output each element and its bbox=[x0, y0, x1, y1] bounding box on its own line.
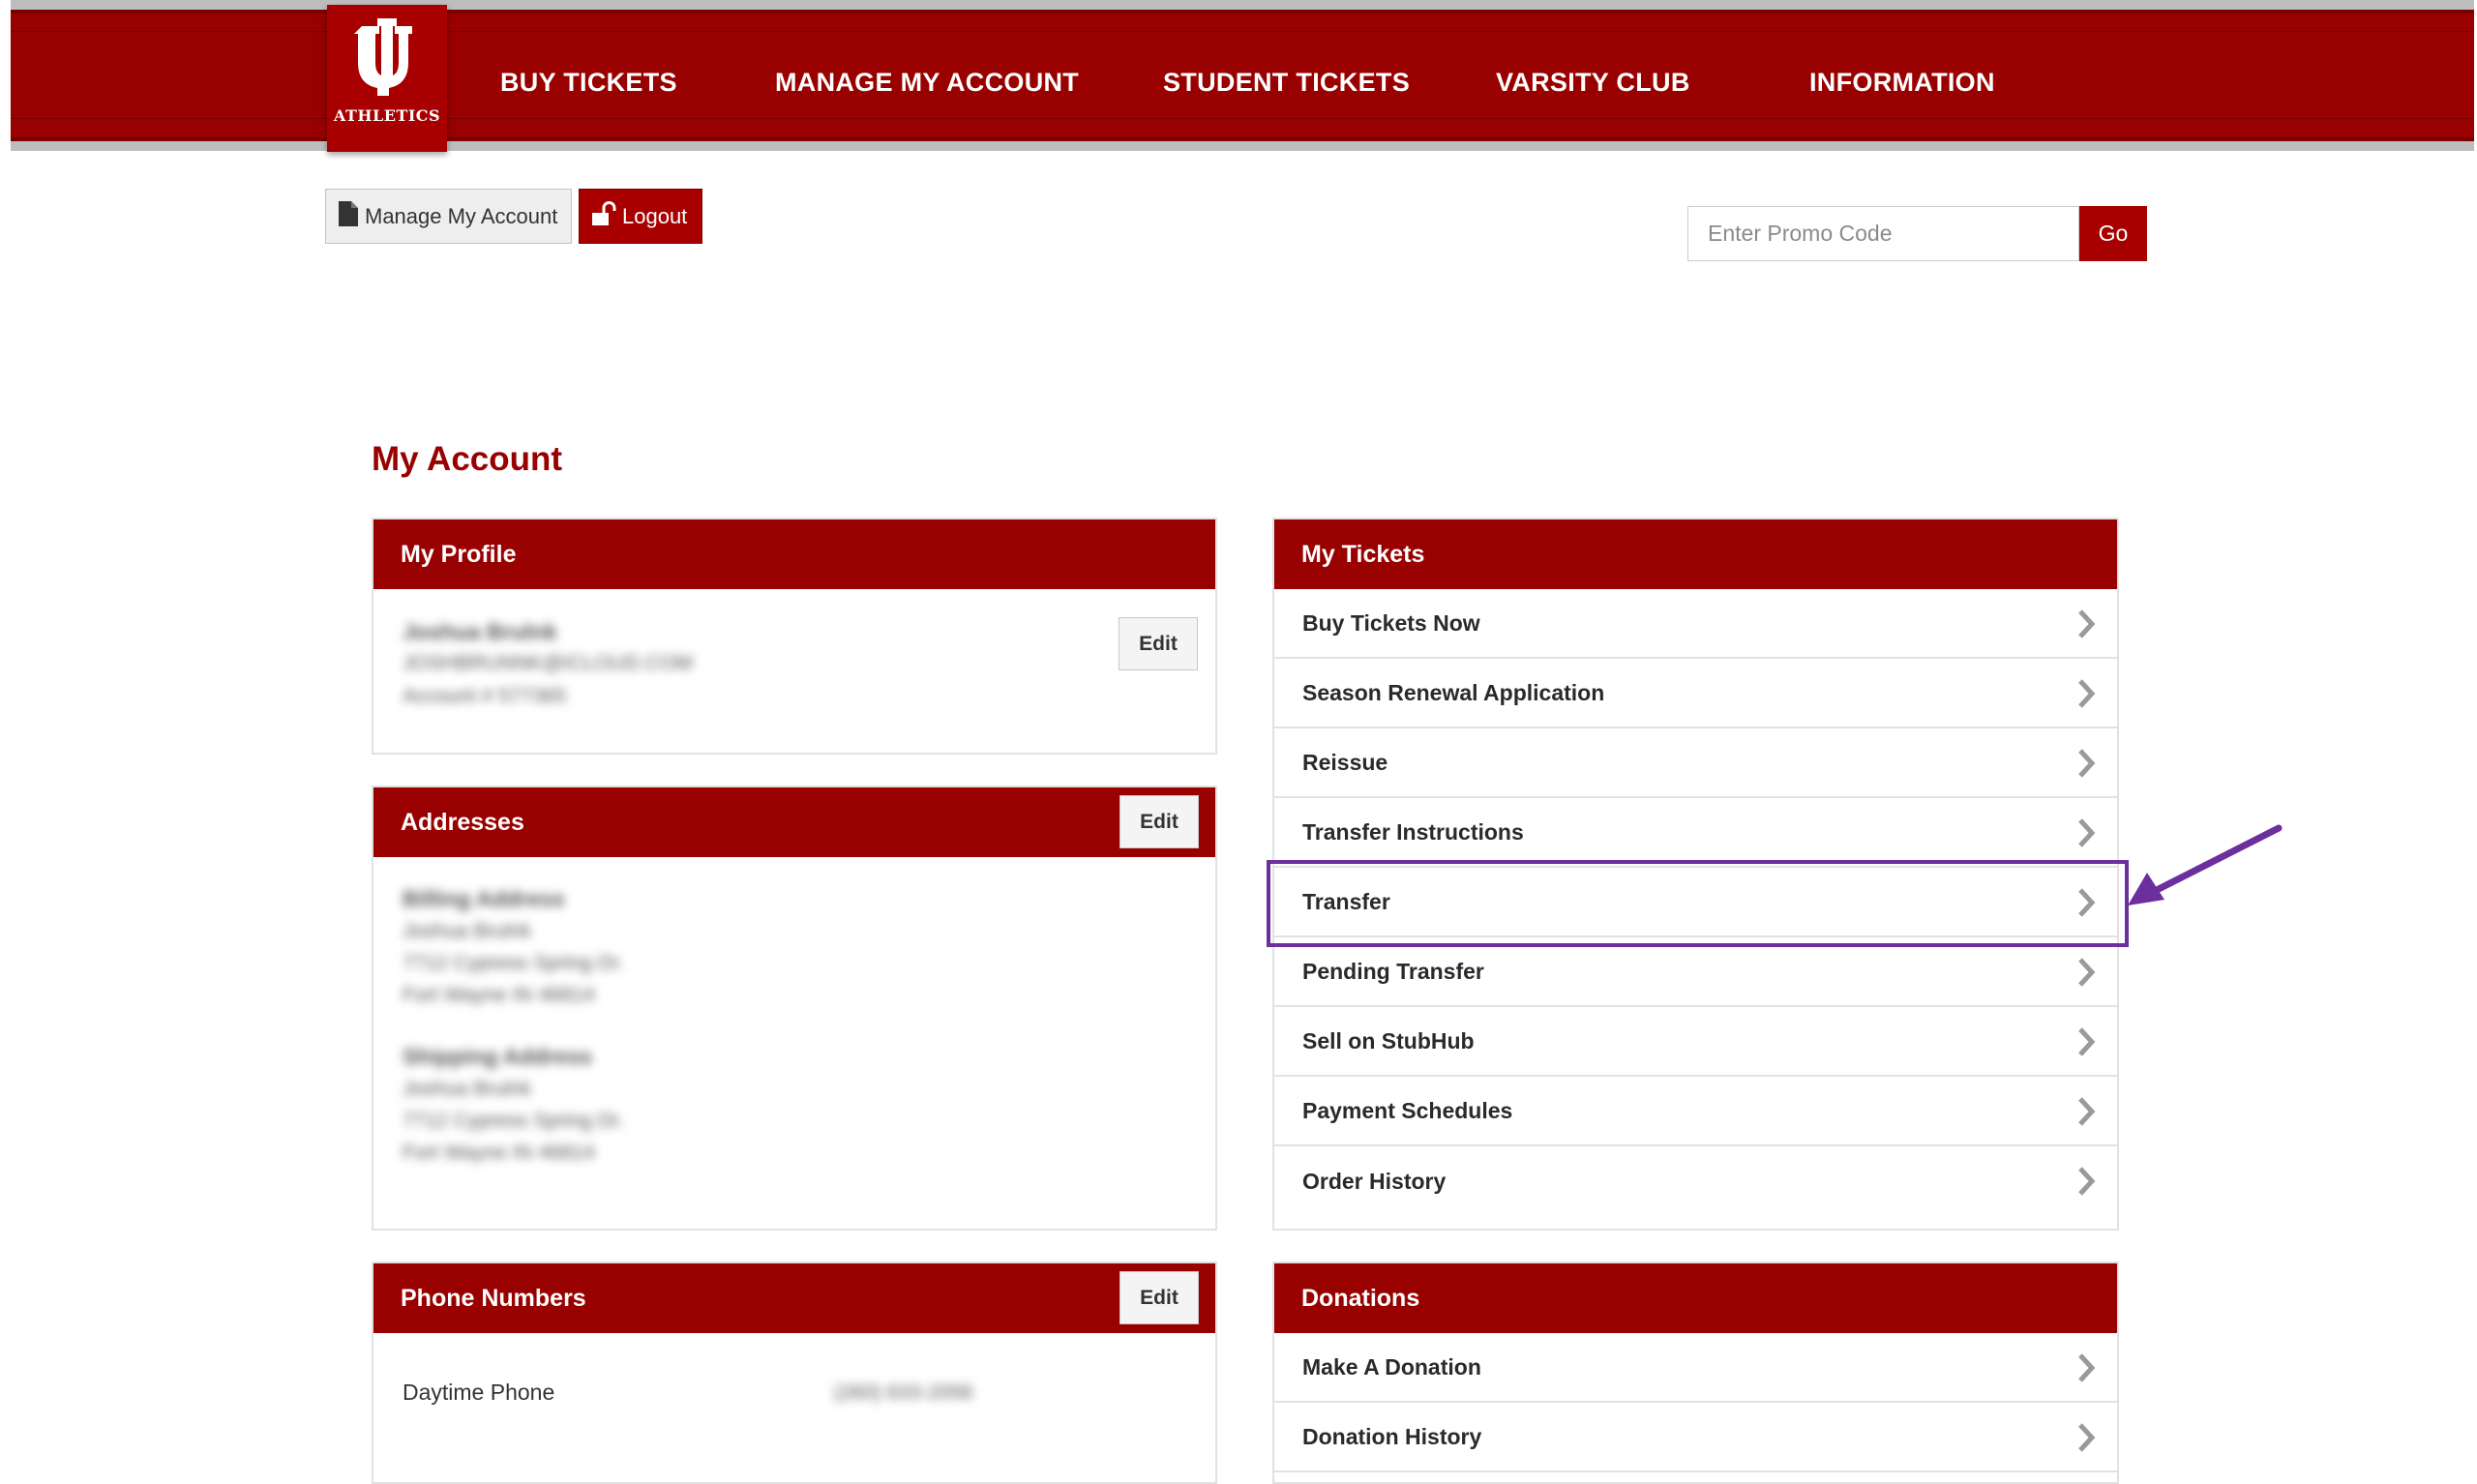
panel-header: Phone Numbers Edit bbox=[373, 1263, 1215, 1333]
chevron-right-icon bbox=[2078, 1353, 2096, 1382]
my-tickets-title: My Tickets bbox=[1301, 540, 1425, 568]
nav-information[interactable]: INFORMATION bbox=[1809, 68, 1995, 98]
ticket-item-reissue[interactable]: Reissue bbox=[1274, 728, 2117, 798]
profile-account-number: Account # 577365 bbox=[403, 685, 567, 707]
addresses-panel: Addresses Edit Billing Address Joshua Br… bbox=[372, 786, 1217, 1231]
ticket-item-payment-schedules[interactable]: Payment Schedules bbox=[1274, 1077, 2117, 1146]
shipping-line: 7712 Cypress Spring Dr. bbox=[403, 1110, 624, 1132]
panel-header: My Tickets bbox=[1274, 519, 2117, 589]
edit-addresses-button[interactable]: Edit bbox=[1119, 795, 1199, 848]
ticket-item-label: Pending Transfer bbox=[1302, 958, 1484, 984]
billing-line: Joshua Brulnk bbox=[403, 920, 532, 942]
ticket-item-sell-on-stubhub[interactable]: Sell on StubHub bbox=[1274, 1007, 2117, 1077]
manage-account-label: Manage My Account bbox=[365, 203, 558, 228]
edit-profile-button[interactable]: Edit bbox=[1119, 617, 1198, 670]
shipping-line: Fort Wayne IN 46814 bbox=[403, 1142, 595, 1164]
daytime-phone-value: (260) 633-2056 bbox=[834, 1381, 973, 1404]
chevron-right-icon bbox=[2078, 818, 2096, 847]
unlock-icon bbox=[591, 200, 616, 232]
daytime-phone-label: Daytime Phone bbox=[403, 1380, 555, 1405]
chevron-right-icon bbox=[2078, 1027, 2096, 1056]
promo-code-input[interactable] bbox=[1687, 206, 2079, 261]
ticket-item-buy-tickets-now[interactable]: Buy Tickets Now bbox=[1274, 589, 2117, 659]
donation-item-donation-history[interactable]: Donation History bbox=[1274, 1403, 2117, 1472]
donations-panel: Donations Make A Donation Donation Histo… bbox=[1272, 1261, 2119, 1484]
trident-logo-icon bbox=[354, 18, 412, 104]
ticket-item-label: Buy Tickets Now bbox=[1302, 609, 1480, 636]
profile-title: My Profile bbox=[401, 540, 517, 568]
profile-panel: My Profile Edit Joshua Brulnk JOSHBRUNNK… bbox=[372, 518, 1217, 755]
chevron-right-icon bbox=[2078, 749, 2096, 778]
panel-header: Addresses Edit bbox=[373, 787, 1215, 857]
shipping-heading: Shipping Address bbox=[403, 1044, 592, 1069]
ticket-item-order-history[interactable]: Order History bbox=[1274, 1146, 2117, 1216]
ticket-item-label: Reissue bbox=[1302, 749, 1388, 775]
phone-numbers-title: Phone Numbers bbox=[401, 1284, 586, 1312]
billing-line: Fort Wayne IN 46814 bbox=[403, 984, 595, 1006]
billing-heading: Billing Address bbox=[403, 886, 565, 911]
edit-phone-button[interactable]: Edit bbox=[1119, 1271, 1199, 1324]
page-title: My Account bbox=[372, 440, 563, 478]
chevron-right-icon bbox=[2078, 679, 2096, 708]
panel-header: My Profile bbox=[373, 519, 1215, 589]
logo-text: ATHLETICS bbox=[333, 106, 441, 125]
chevron-right-icon bbox=[2078, 1097, 2096, 1126]
addresses-title: Addresses bbox=[401, 808, 524, 836]
donations-title: Donations bbox=[1301, 1284, 1420, 1312]
document-icon bbox=[338, 200, 359, 233]
chevron-right-icon bbox=[2078, 609, 2096, 638]
promo-go-button[interactable]: Go bbox=[2079, 206, 2147, 261]
logout-label: Logout bbox=[622, 203, 688, 228]
nav-manage-my-account[interactable]: MANAGE MY ACCOUNT bbox=[775, 68, 1079, 98]
annotation-arrow-icon bbox=[2128, 824, 2283, 905]
profile-email: JOSHBRUNNK@ICLOUD.COM bbox=[403, 652, 694, 674]
ticket-item-pending-transfer[interactable]: Pending Transfer bbox=[1274, 937, 2117, 1007]
chevron-right-icon bbox=[2078, 958, 2096, 987]
ticket-item-label: Transfer Instructions bbox=[1302, 818, 1524, 845]
billing-line: 7712 Cypress Spring Dr. bbox=[403, 952, 624, 974]
ticket-item-label: Payment Schedules bbox=[1302, 1097, 1513, 1123]
ticket-item-label: Order History bbox=[1302, 1168, 1447, 1194]
shipping-line: Joshua Brulnk bbox=[403, 1078, 532, 1100]
logout-button[interactable]: Logout bbox=[579, 189, 702, 244]
ticket-item-label: Sell on StubHub bbox=[1302, 1027, 1475, 1054]
nav-buy-tickets[interactable]: BUY TICKETS bbox=[500, 68, 677, 98]
ticket-item-transfer-instructions[interactable]: Transfer Instructions bbox=[1274, 798, 2117, 868]
donation-item-make-a-donation[interactable]: Make A Donation bbox=[1274, 1333, 2117, 1403]
profile-name: Joshua Brulnk bbox=[403, 619, 557, 644]
donation-item-label: Make A Donation bbox=[1302, 1353, 1481, 1380]
donation-item-label: Donation History bbox=[1302, 1423, 1482, 1449]
phone-numbers-panel: Phone Numbers Edit Daytime Phone (260) 6… bbox=[372, 1261, 1217, 1484]
nav-student-tickets[interactable]: STUDENT TICKETS bbox=[1163, 68, 1410, 98]
chevron-right-icon bbox=[2078, 1167, 2096, 1196]
ticket-item-label: Season Renewal Application bbox=[1302, 679, 1605, 705]
nav-varsity-club[interactable]: VARSITY CLUB bbox=[1496, 68, 1690, 98]
panel-header: Donations bbox=[1274, 1263, 2117, 1333]
iu-athletics-logo[interactable]: ATHLETICS bbox=[327, 5, 447, 152]
chevron-right-icon bbox=[2078, 1423, 2096, 1452]
transfer-highlight-box bbox=[1267, 860, 2129, 947]
manage-account-button[interactable]: Manage My Account bbox=[325, 189, 572, 244]
ticket-item-season-renewal[interactable]: Season Renewal Application bbox=[1274, 659, 2117, 728]
